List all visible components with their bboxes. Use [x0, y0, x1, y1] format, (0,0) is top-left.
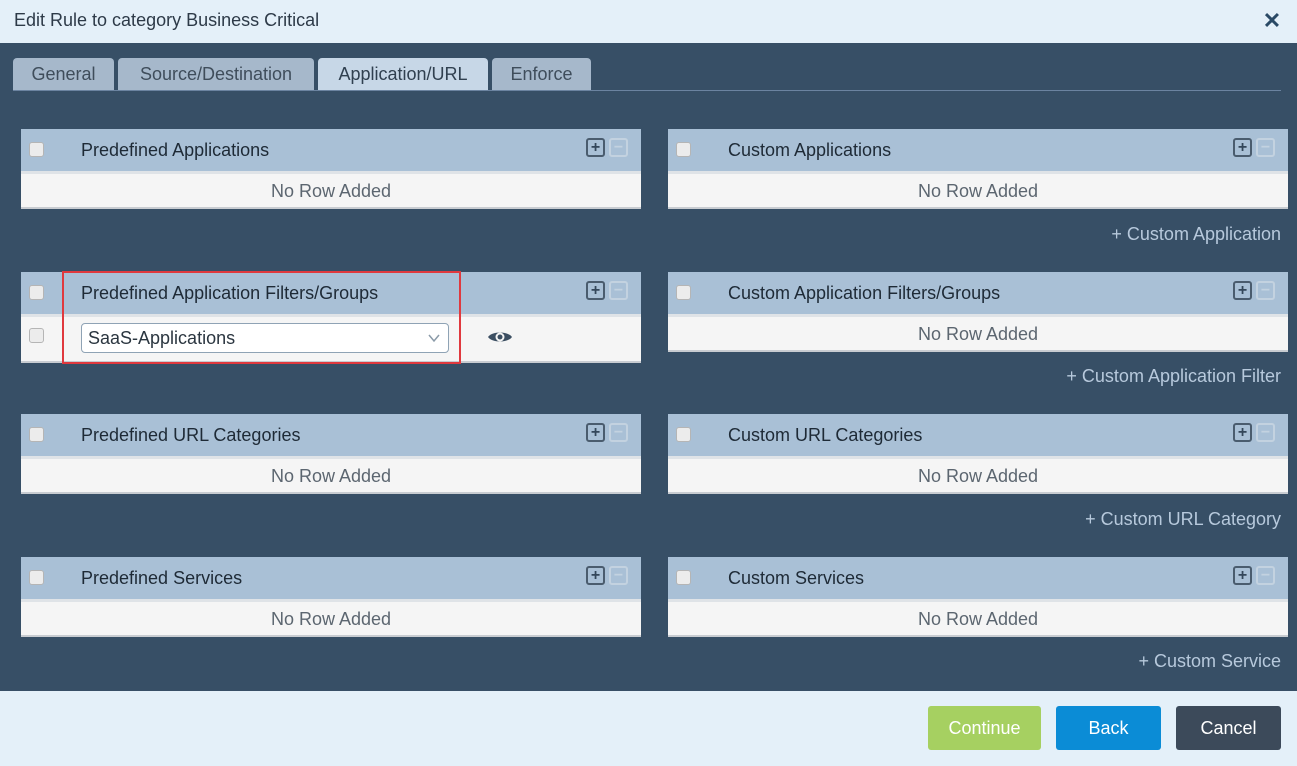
select-all-checkbox[interactable]: [29, 285, 44, 300]
selected-value: SaaS-Applications: [88, 328, 236, 348]
section-title: Predefined URL Categories: [81, 425, 301, 445]
select-all-checkbox[interactable]: [676, 570, 691, 585]
section-body: No Row Added: [668, 314, 1288, 352]
section-body: No Row Added: [21, 599, 641, 637]
empty-message: No Row Added: [917, 181, 1039, 201]
section-body: No Row Added: [668, 599, 1288, 637]
tab-source-destination[interactable]: Source/Destination: [118, 58, 314, 91]
predefined-application-filters-section: Predefined Application Filters/Groups + …: [21, 272, 641, 363]
section-title: Custom Services: [728, 568, 865, 588]
empty-message: No Row Added: [270, 466, 392, 486]
section-title: Predefined Application Filters/Groups: [81, 283, 379, 303]
tab-divider: [13, 90, 1281, 91]
empty-message: No Row Added: [917, 324, 1039, 344]
section-header: Custom Services + −: [668, 557, 1288, 599]
predefined-applications-section: Predefined Applications + − No Row Added: [21, 129, 641, 209]
custom-services-section: Custom Services + − No Row Added: [668, 557, 1288, 637]
plus-icon[interactable]: +: [586, 138, 605, 157]
chevron-down-icon: [428, 334, 440, 343]
section-header: Custom Applications + −: [668, 129, 1288, 171]
select-all-checkbox[interactable]: [29, 142, 44, 157]
predefined-url-categories-section: Predefined URL Categories + − No Row Add…: [21, 414, 641, 494]
custom-url-categories-section: Custom URL Categories + − No Row Added: [668, 414, 1288, 494]
minus-icon[interactable]: −: [609, 138, 628, 157]
eye-icon[interactable]: [487, 329, 513, 345]
minus-icon[interactable]: −: [1256, 566, 1275, 585]
close-icon[interactable]: ✕: [1261, 8, 1283, 34]
add-custom-application-link[interactable]: + Custom Application: [1111, 224, 1281, 245]
continue-button[interactable]: Continue: [928, 706, 1041, 750]
back-button[interactable]: Back: [1056, 706, 1161, 750]
section-body: No Row Added: [668, 171, 1288, 209]
row-checkbox[interactable]: [29, 328, 44, 343]
section-body: No Row Added: [21, 456, 641, 494]
section-title: Custom URL Categories: [728, 425, 923, 445]
select-all-checkbox[interactable]: [676, 142, 691, 157]
plus-icon[interactable]: +: [1233, 566, 1252, 585]
tab-enforce[interactable]: Enforce: [492, 58, 591, 91]
select-all-checkbox[interactable]: [29, 427, 44, 442]
select-all-checkbox[interactable]: [29, 570, 44, 585]
section-title: Custom Applications: [728, 140, 892, 160]
tab-application-url[interactable]: Application/URL: [318, 58, 488, 91]
section-header: Predefined Applications + −: [21, 129, 641, 171]
minus-icon[interactable]: −: [609, 423, 628, 442]
minus-icon[interactable]: −: [609, 566, 628, 585]
section-body: SaaS-Applications: [21, 314, 641, 363]
custom-applications-section: Custom Applications + − No Row Added: [668, 129, 1288, 209]
add-custom-service-link[interactable]: + Custom Service: [1138, 651, 1281, 672]
section-body: No Row Added: [668, 456, 1288, 494]
custom-application-filters-section: Custom Application Filters/Groups + − No…: [668, 272, 1288, 352]
plus-icon[interactable]: +: [586, 281, 605, 300]
tab-general[interactable]: General: [13, 58, 114, 91]
dialog-footer: Continue Back Cancel: [0, 691, 1297, 766]
section-header: Custom URL Categories + −: [668, 414, 1288, 456]
add-custom-url-category-link[interactable]: + Custom URL Category: [1085, 509, 1281, 530]
section-title: Predefined Services: [81, 568, 243, 588]
filter-group-select[interactable]: SaaS-Applications: [81, 323, 449, 353]
empty-message: No Row Added: [270, 609, 392, 629]
cancel-button[interactable]: Cancel: [1176, 706, 1281, 750]
section-header: Predefined URL Categories + −: [21, 414, 641, 456]
section-header: Predefined Application Filters/Groups + …: [21, 272, 641, 314]
minus-icon[interactable]: −: [1256, 281, 1275, 300]
plus-icon[interactable]: +: [1233, 423, 1252, 442]
empty-message: No Row Added: [917, 609, 1039, 629]
plus-icon[interactable]: +: [586, 423, 605, 442]
minus-icon[interactable]: −: [1256, 423, 1275, 442]
dialog-titlebar: Edit Rule to category Business Critical …: [0, 0, 1297, 43]
add-custom-application-filter-link[interactable]: + Custom Application Filter: [1066, 366, 1281, 387]
predefined-services-section: Predefined Services + − No Row Added: [21, 557, 641, 637]
select-all-checkbox[interactable]: [676, 427, 691, 442]
section-body: No Row Added: [21, 171, 641, 209]
minus-icon[interactable]: −: [609, 281, 628, 300]
plus-icon[interactable]: +: [1233, 138, 1252, 157]
plus-icon[interactable]: +: [1233, 281, 1252, 300]
plus-icon[interactable]: +: [586, 566, 605, 585]
section-header: Custom Application Filters/Groups + −: [668, 272, 1288, 314]
section-header: Predefined Services + −: [21, 557, 641, 599]
section-title: Custom Application Filters/Groups: [728, 283, 1001, 303]
dialog-title: Edit Rule to category Business Critical: [14, 10, 320, 30]
section-title: Predefined Applications: [81, 140, 270, 160]
minus-icon[interactable]: −: [1256, 138, 1275, 157]
select-all-checkbox[interactable]: [676, 285, 691, 300]
empty-message: No Row Added: [917, 466, 1039, 486]
dialog-body: General Source/Destination Application/U…: [0, 43, 1297, 691]
empty-message: No Row Added: [270, 181, 392, 201]
